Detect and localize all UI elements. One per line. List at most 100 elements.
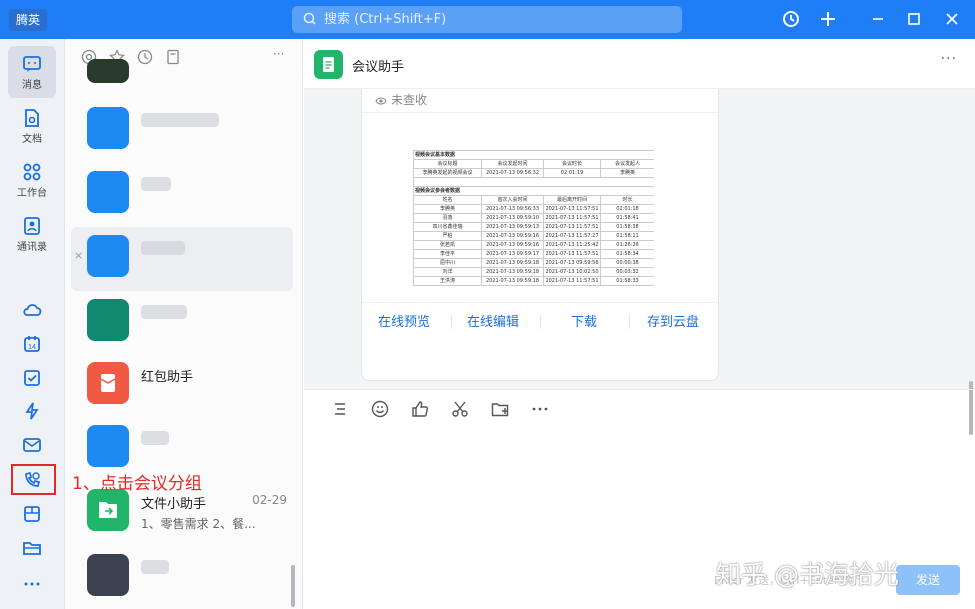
rail-label: 通讯录 <box>17 242 47 253</box>
table-cell: 2021-07-13 09:59:18 <box>481 258 544 268</box>
download-button[interactable]: 下载 <box>571 311 597 330</box>
table-cell: 2021-07-13 09:56:33 <box>481 204 544 214</box>
table-cell: 01:26:26 <box>599 240 654 250</box>
meeting-data-table: 视频会议基本数据 会议标题 会议发起时间 会议时长 会议发起人 李腾英发起的视频… <box>413 150 654 286</box>
close-icon[interactable] <box>940 7 964 31</box>
table-header: 会议标题 <box>413 159 482 169</box>
table-cell: 2021-07-13 09:59:56 <box>543 258 601 268</box>
list-item[interactable] <box>71 291 293 355</box>
minimize-icon[interactable] <box>866 7 890 31</box>
avatar <box>87 107 129 149</box>
global-search-input[interactable]: 搜索 (Ctrl+Shift+F) <box>292 6 682 33</box>
cloud-icon[interactable] <box>22 300 42 320</box>
eye-icon <box>375 96 387 106</box>
box-icon[interactable] <box>22 504 42 524</box>
avatar <box>87 554 129 596</box>
avatar <box>87 171 129 213</box>
watermark: 知乎 @书海拾光 <box>716 560 899 589</box>
menu-icon[interactable] <box>331 400 349 418</box>
save-to-cloud-button[interactable]: 存到云盘 <box>647 311 699 330</box>
table-cell: 02:01:19 <box>543 168 601 178</box>
mail-icon[interactable] <box>22 435 42 455</box>
blurred-name <box>141 431 169 445</box>
table-header: 会议发起人 <box>599 159 654 169</box>
calendar-icon[interactable]: 14 <box>22 334 42 354</box>
folder-icon[interactable] <box>22 538 42 558</box>
lightning-icon[interactable] <box>22 401 42 421</box>
table-cell: 00:00:38 <box>599 258 654 268</box>
avatar <box>87 59 129 83</box>
file-message-card[interactable]: 未查收 视频会议基本数据 会议标题 会议发起时间 会议时长 会议发起人 李腾英发… <box>361 89 719 381</box>
unread-status: 未查收 <box>375 91 427 108</box>
table-cell: 李佳平 <box>413 249 482 259</box>
blurred-name <box>141 305 187 319</box>
more-icon[interactable] <box>531 400 549 418</box>
contacts-icon <box>22 216 42 236</box>
table-cell: 2021-07-13 11:57:51 <box>543 213 601 223</box>
chat-title: 会议助手 <box>352 60 405 75</box>
table-header: 首次入会时间 <box>481 195 544 205</box>
conversation-time: 02-29 <box>252 493 287 507</box>
table-cell: 02:01:18 <box>599 204 654 214</box>
more-icon[interactable] <box>22 574 42 594</box>
avatar <box>87 299 129 341</box>
history-icon[interactable] <box>779 7 803 31</box>
table-cell: 2021-07-13 09:56:32 <box>481 168 544 178</box>
table-header: 时长 <box>599 195 654 205</box>
list-item[interactable]: × <box>71 227 293 291</box>
blurred-name <box>141 560 169 574</box>
divider <box>451 315 452 329</box>
edit-online-button[interactable]: 在线编辑 <box>467 311 519 330</box>
list-item[interactable] <box>71 163 293 227</box>
table-cell: 2021-07-13 09:59:18 <box>481 267 544 277</box>
remove-icon[interactable]: × <box>74 249 83 262</box>
send-button[interactable]: 发送 <box>896 565 960 595</box>
emoji-icon[interactable] <box>371 400 389 418</box>
table-cell: 李腾英发起的视频会议 <box>413 168 482 178</box>
scissors-icon[interactable] <box>451 400 469 418</box>
maximize-icon[interactable] <box>902 7 926 31</box>
table-cell: 四川省鑫佳瑞 <box>413 222 482 232</box>
plus-icon[interactable] <box>816 7 840 31</box>
table-cell: 李腾英 <box>413 204 482 214</box>
annotation-text: 1、点击会议分组 <box>72 474 202 494</box>
table-cell: 2021-07-13 11:25:42 <box>543 240 601 250</box>
composer-toolbar <box>304 389 975 429</box>
table-cell: 01:58:33 <box>599 276 654 286</box>
todo-icon[interactable] <box>22 368 42 388</box>
list-item[interactable] <box>71 59 293 89</box>
spreadsheet-preview[interactable]: 视频会议基本数据 会议标题 会议发起时间 会议时长 会议发起人 李腾英发起的视频… <box>413 150 654 302</box>
table-cell: 屈中川 <box>413 258 482 268</box>
table-cell: 01:58:38 <box>599 222 654 232</box>
table-cell: 2021-07-13 11:57:51 <box>543 222 601 232</box>
conversation-name: 文件小助手 <box>141 497 207 512</box>
divider <box>362 112 718 113</box>
card-actions: 在线预览 在线编辑 下载 存到云盘 <box>362 302 718 332</box>
meeting-group-highlight <box>11 464 56 495</box>
rail-item-contacts[interactable]: 通讯录 <box>8 208 56 260</box>
rail-item-documents[interactable]: 文档 <box>8 100 56 152</box>
list-item[interactable] <box>71 546 293 609</box>
table-cell: 李腾英 <box>599 168 654 178</box>
chat-more-icon[interactable]: ··· <box>941 51 957 67</box>
table-cell: 01:58:11 <box>599 231 654 241</box>
preview-online-button[interactable]: 在线预览 <box>378 311 430 330</box>
search-placeholder: 搜索 (Ctrl+Shift+F) <box>324 12 447 27</box>
rail-item-messages[interactable]: 消息 <box>8 46 56 98</box>
list-item[interactable]: 红包助手 <box>71 354 293 418</box>
thumbs-up-icon[interactable] <box>411 400 429 418</box>
divider <box>629 315 630 329</box>
folder-add-icon[interactable] <box>491 400 509 418</box>
table-cell: 张若凯 <box>413 240 482 250</box>
table-cell: 2021-07-13 09:59:17 <box>481 249 544 259</box>
document-icon <box>22 108 42 128</box>
search-icon <box>303 6 316 33</box>
list-scrollbar[interactable] <box>291 565 295 607</box>
calendar-day: 14 <box>28 344 36 351</box>
section-title: 视频会议基本数据 <box>413 150 654 160</box>
blurred-name <box>141 113 219 127</box>
table-cell: 2021-07-13 09:59:13 <box>481 222 544 232</box>
table-spacer <box>413 177 654 187</box>
list-item[interactable] <box>71 99 293 163</box>
rail-item-workbench[interactable]: 工作台 <box>8 154 56 206</box>
